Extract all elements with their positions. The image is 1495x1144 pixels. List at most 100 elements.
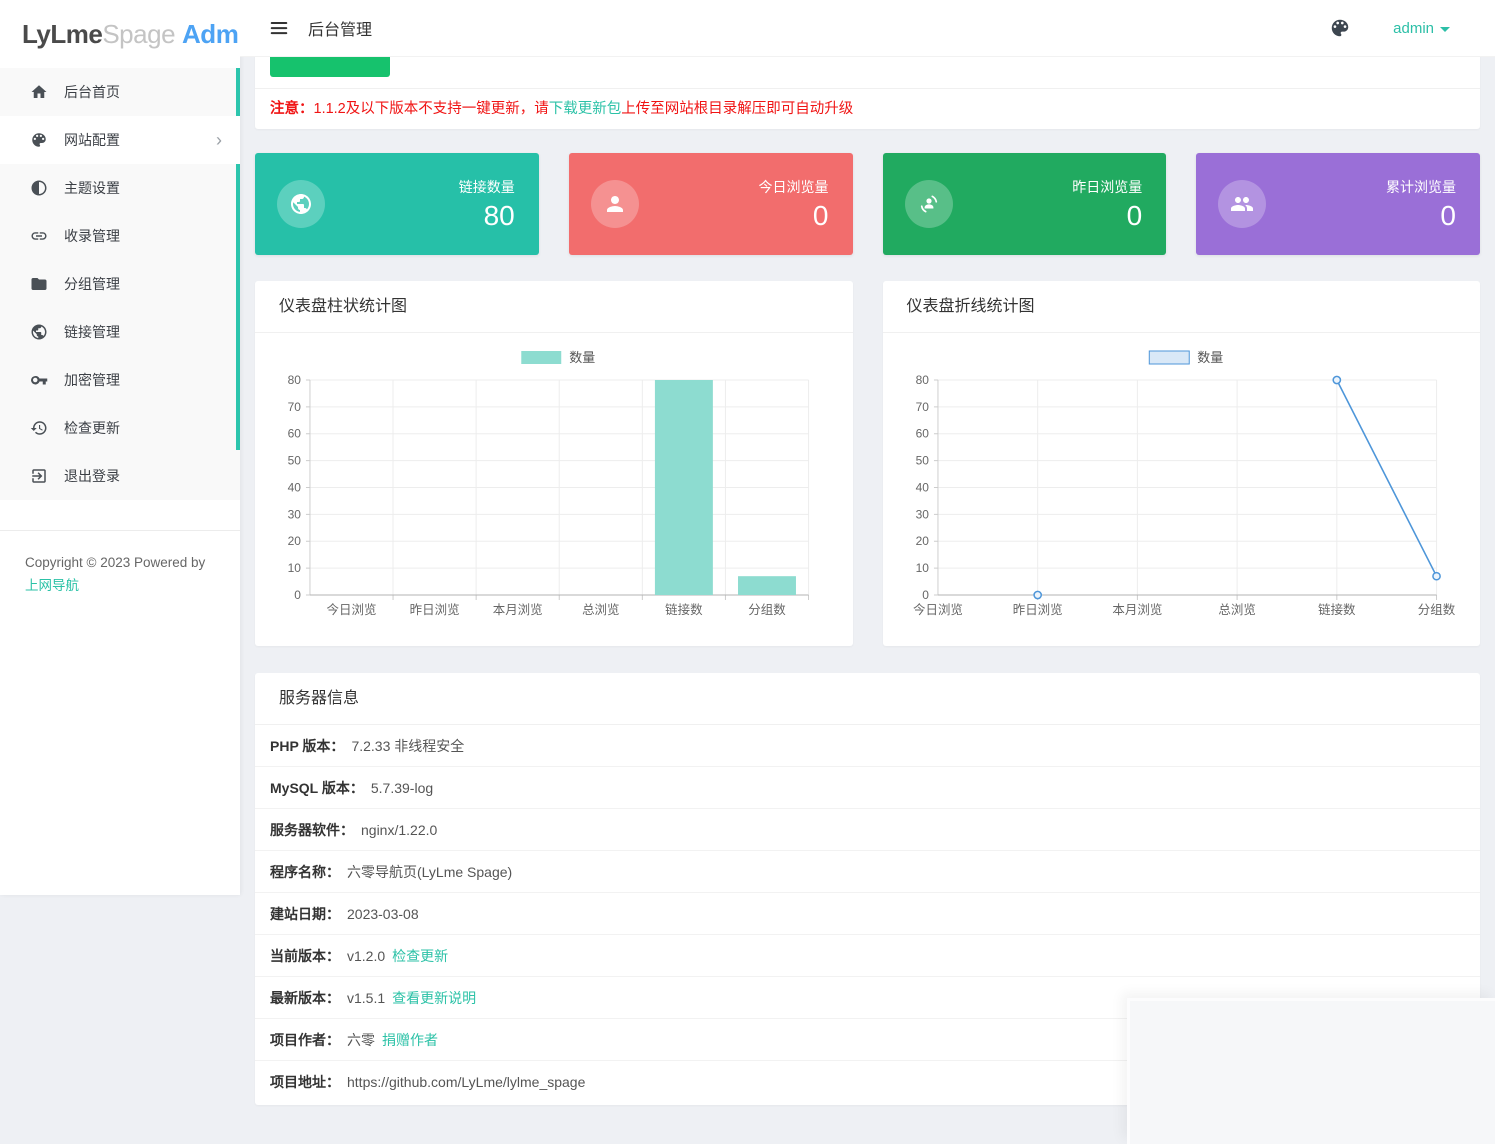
sidebar-item-groups[interactable]: 分组管理 — [0, 260, 240, 308]
server-row-value: 7.2.33 非线程安全 — [351, 736, 464, 756]
bar-链接数 — [655, 380, 713, 595]
download-update-link[interactable]: 下载更新包 — [549, 101, 622, 117]
update-button[interactable] — [270, 57, 390, 77]
app-logo[interactable]: LyLmeSpageAdmin — [0, 0, 240, 68]
sidebar-item-indexing[interactable]: 收录管理 — [0, 212, 240, 260]
server-row-link[interactable]: 捐赠作者 — [382, 1030, 438, 1050]
link-icon — [30, 227, 48, 245]
theme-palette-button[interactable] — [1329, 17, 1351, 39]
stat-card-icon-circle — [1218, 180, 1266, 228]
server-row-label: 服务器软件： — [270, 820, 354, 840]
notice-prefix: 注意： — [270, 101, 314, 117]
sidebar-item-encryption[interactable]: 加密管理 — [0, 356, 240, 404]
point-昨日浏览 — [1034, 591, 1041, 598]
svg-text:20: 20 — [288, 534, 302, 548]
logo-part-2: Spage — [102, 19, 175, 50]
bar-chart-panel: 仪表盘柱状统计图 01020304050607080今日浏览昨日浏览本月浏览总浏… — [255, 281, 853, 646]
stat-card-label: 昨日浏览量 — [1072, 177, 1142, 197]
sidebar-item-label: 退出登录 — [64, 466, 120, 486]
sidebar-item-theme[interactable]: 主题设置 — [0, 164, 240, 212]
server-row-label: 当前版本： — [270, 946, 340, 966]
svg-text:总浏览: 总浏览 — [1218, 602, 1255, 617]
palette-icon — [30, 131, 48, 149]
server-info-row: 服务器软件： nginx/1.22.0 — [255, 809, 1480, 851]
svg-text:60: 60 — [288, 427, 302, 441]
stat-card-yesterday-views: 昨日浏览量 0 — [883, 153, 1167, 255]
svg-text:总浏览: 总浏览 — [582, 602, 619, 617]
server-row-value: v1.5.1 — [347, 990, 385, 1006]
sidebar-item-label: 检查更新 — [64, 418, 120, 438]
person-sync-icon — [917, 192, 941, 216]
svg-text:昨日浏览: 昨日浏览 — [1012, 602, 1062, 617]
server-row-value: 2023-03-08 — [347, 906, 419, 922]
server-row-label: 程序名称： — [270, 862, 340, 882]
svg-text:数量: 数量 — [569, 350, 595, 365]
stat-card-value: 80 — [459, 200, 515, 232]
sidebar-menu: 后台首页网站配置› 主题设置收录管理分组管理链接管理加密管理检查更新退出登录 — [0, 68, 240, 500]
bar-分组数 — [738, 576, 796, 595]
svg-text:50: 50 — [915, 454, 929, 468]
folder-icon — [30, 275, 48, 293]
logo-part-1: LyLme — [22, 19, 102, 50]
server-info-row: 程序名称： 六零导航页(LyLme Spage) — [255, 851, 1480, 893]
stat-card-links-count: 链接数量 80 — [255, 153, 539, 255]
server-info-row: 建站日期： 2023-03-08 — [255, 893, 1480, 935]
server-row-link[interactable]: 查看更新说明 — [392, 988, 476, 1008]
svg-text:0: 0 — [294, 588, 301, 602]
server-row-value: nginx/1.22.0 — [361, 822, 437, 838]
svg-text:昨日浏览: 昨日浏览 — [410, 602, 460, 617]
server-info-row: PHP 版本：7.2.33 非线程安全 — [255, 725, 1480, 767]
svg-text:今日浏览: 今日浏览 — [912, 602, 962, 617]
server-row-label: 建站日期： — [270, 904, 340, 924]
stat-card-value: 0 — [759, 200, 829, 232]
sidebar-item-label: 主题设置 — [64, 178, 120, 198]
empty-popup — [1127, 998, 1495, 1144]
copyright: Copyright © 2023 Powered by 上网导航 — [0, 551, 240, 597]
logout-icon — [30, 467, 48, 485]
stat-card-today-views: 今日浏览量0 — [569, 153, 853, 255]
sidebar-item-links[interactable]: 链接管理 — [0, 308, 240, 356]
stat-card-value: 0 — [1072, 200, 1142, 232]
point-链接数 — [1333, 376, 1340, 383]
user-dropdown[interactable]: admin — [1393, 20, 1450, 37]
copyright-link[interactable]: 上网导航 — [25, 578, 79, 593]
bar-chart-title: 仪表盘柱状统计图 — [255, 281, 853, 333]
sidebar-item-home[interactable]: 后台首页 — [0, 68, 240, 116]
globe-icon — [289, 192, 313, 216]
svg-text:30: 30 — [288, 507, 302, 521]
menu-toggle-button[interactable] — [268, 17, 290, 39]
svg-text:今日浏览: 今日浏览 — [327, 602, 377, 617]
svg-text:分组数: 分组数 — [1417, 602, 1455, 617]
sidebar-item-site-config[interactable]: 网站配置› — [0, 116, 240, 164]
stat-card-total-views: 累计浏览量0 — [1196, 153, 1480, 255]
sidebar: LyLmeSpageAdmin 后台首页网站配置› 主题设置收录管理分组管理链接管… — [0, 0, 240, 895]
svg-text:数量: 数量 — [1197, 350, 1223, 365]
server-row-value: https://github.com/LyLme/lylme_spage — [347, 1074, 585, 1090]
charts-row: 仪表盘柱状统计图 01020304050607080今日浏览昨日浏览本月浏览总浏… — [255, 281, 1480, 646]
server-row-link[interactable]: 检查更新 — [392, 946, 448, 966]
sidebar-item-label: 分组管理 — [64, 274, 120, 294]
sidebar-item-label: 网站配置 — [64, 130, 120, 150]
server-row-label: MySQL 版本： — [270, 778, 364, 798]
update-panel: 注意：1.1.2及以下版本不支持一键更新，请下载更新包上传至网站根目录解压即可自… — [255, 57, 1480, 129]
stat-card-value: 0 — [1386, 200, 1456, 232]
server-row-value: 5.7.39-log — [371, 780, 433, 796]
sidebar-item-check-update[interactable]: 检查更新 — [0, 404, 240, 452]
page-title: 后台管理 — [308, 16, 372, 40]
server-row-label: 最新版本： — [270, 988, 340, 1008]
stat-card-icon-circle — [905, 180, 953, 228]
server-info-row: MySQL 版本： 5.7.39-log — [255, 767, 1480, 809]
people-icon — [1230, 192, 1254, 216]
stat-card-label: 链接数量 — [459, 177, 515, 197]
sidebar-item-logout[interactable]: 退出登录 — [0, 452, 240, 500]
stat-card-icon-circle — [591, 180, 639, 228]
svg-text:80: 80 — [915, 373, 929, 387]
server-row-value: 六零导航页(LyLme Spage) — [347, 862, 512, 882]
svg-text:80: 80 — [288, 373, 302, 387]
svg-text:分组数: 分组数 — [748, 602, 786, 617]
svg-text:70: 70 — [288, 400, 302, 414]
svg-text:40: 40 — [915, 480, 929, 494]
notice-text-2: 上传至网站根目录解压即可自动升级 — [621, 101, 853, 117]
server-row-label: 项目地址： — [270, 1072, 340, 1092]
app-root: LyLmeSpageAdmin 后台首页网站配置› 主题设置收录管理分组管理链接管… — [0, 0, 1495, 1144]
